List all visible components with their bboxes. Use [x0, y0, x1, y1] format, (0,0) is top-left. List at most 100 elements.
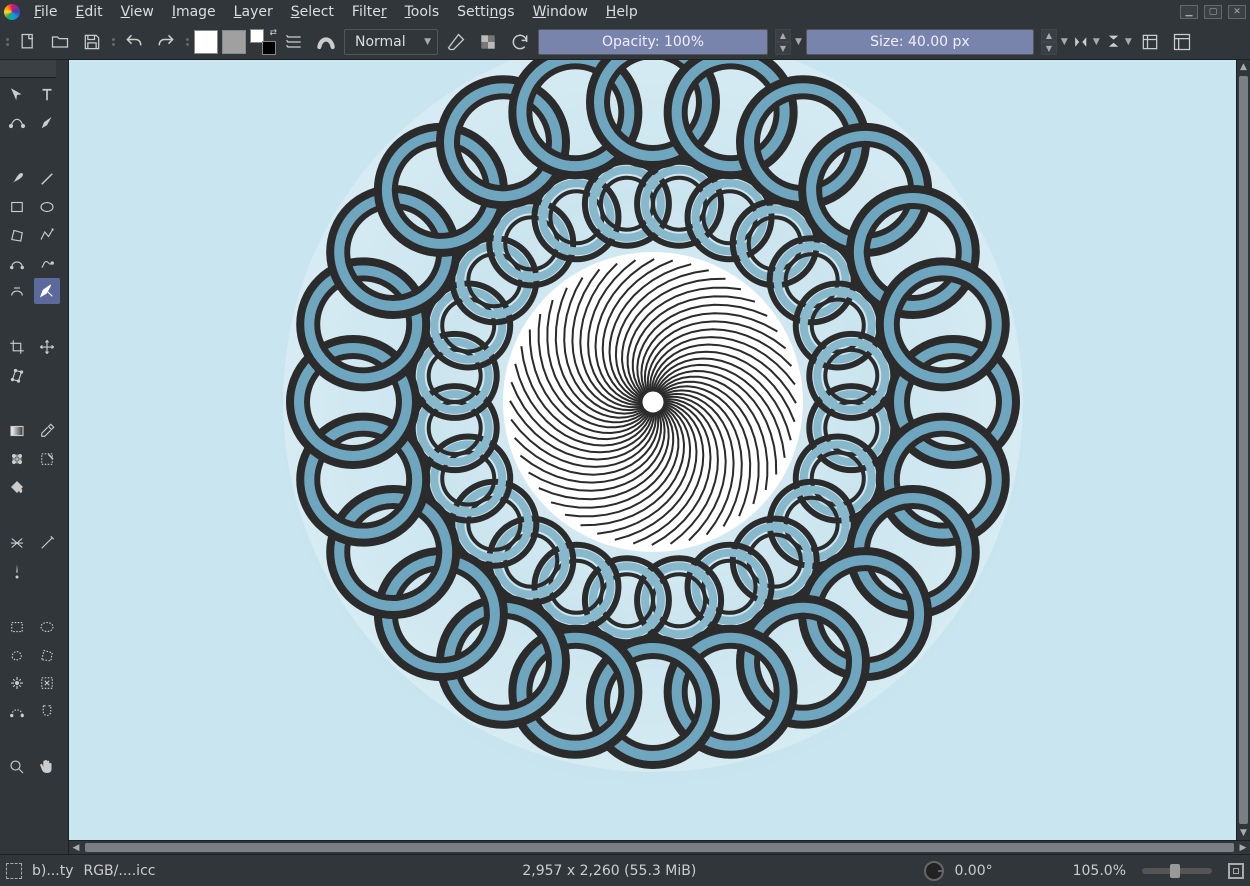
move-tool[interactable] [34, 334, 60, 360]
zoom-fit-button[interactable] [1228, 863, 1244, 879]
scroll-right-icon[interactable]: ▶ [1236, 841, 1250, 854]
menu-select[interactable]: Select [283, 2, 342, 22]
spin-up-icon[interactable]: ▲ [775, 29, 791, 42]
menu-view[interactable]: View [113, 2, 162, 22]
new-document-button[interactable] [14, 28, 42, 56]
eraser-mode-button[interactable] [442, 28, 470, 56]
document-name[interactable]: b)...ty [32, 863, 73, 879]
rectangle-tool[interactable] [4, 194, 30, 220]
text-tool[interactable] [34, 82, 60, 108]
redo-button[interactable] [152, 28, 180, 56]
menu-image[interactable]: Image [164, 2, 224, 22]
main-area: ▲ ▼ ◀ ▶ [0, 60, 1250, 854]
mirror-vertical-button[interactable]: ▼ [1104, 28, 1132, 56]
swap-colors-button[interactable]: ⇄ [250, 29, 276, 55]
scroll-left-icon[interactable]: ◀ [69, 841, 83, 854]
background-color-swatch[interactable] [222, 30, 246, 54]
alpha-lock-button[interactable] [474, 28, 502, 56]
vertical-scrollbar[interactable]: ▲ ▼ [1236, 60, 1250, 840]
spin-up-icon[interactable]: ▲ [1041, 29, 1057, 42]
opacity-spinner[interactable]: ▲▼ [775, 29, 791, 55]
edit-shapes-tool[interactable] [4, 110, 30, 136]
toolbar-handle-icon[interactable] [110, 29, 116, 55]
wrap-around-button[interactable] [1136, 28, 1164, 56]
rotation-value[interactable]: 0.00° [954, 863, 992, 879]
measure-tool[interactable] [34, 530, 60, 556]
menu-file[interactable]: File [26, 2, 65, 22]
zoom-tool[interactable] [4, 754, 30, 780]
smart-patch-tool[interactable] [34, 446, 60, 472]
open-document-button[interactable] [46, 28, 74, 56]
ellipse-select-tool[interactable] [34, 614, 60, 640]
foreground-color-swatch[interactable] [194, 30, 218, 54]
bezier-tool[interactable] [4, 250, 30, 276]
menu-settings[interactable]: Settings [449, 2, 522, 22]
ellipse-tool[interactable] [34, 194, 60, 220]
zoom-slider[interactable] [1142, 868, 1212, 874]
polyline-tool[interactable] [34, 222, 60, 248]
similar-select-tool[interactable] [34, 670, 60, 696]
canvas-artwork [273, 60, 1033, 792]
menu-filter[interactable]: Filter [344, 2, 395, 22]
undo-button[interactable] [120, 28, 148, 56]
contiguous-select-tool[interactable] [4, 670, 30, 696]
mirror-horizontal-button[interactable]: ▼ [1072, 28, 1100, 56]
spin-down-icon[interactable]: ▼ [1041, 42, 1057, 55]
line-tool[interactable] [34, 166, 60, 192]
window-minimize-button[interactable]: ▁ [1180, 5, 1198, 19]
color-model[interactable]: RGB/....icc [83, 863, 155, 879]
freehand-path-tool[interactable] [34, 250, 60, 276]
save-document-button[interactable] [78, 28, 106, 56]
multi-brush-tool[interactable] [34, 278, 60, 304]
chevron-down-icon: ▼ [424, 37, 431, 47]
reference-tool[interactable] [4, 558, 30, 584]
window-close-button[interactable]: ✕ [1228, 5, 1246, 19]
freehand-brush-tool[interactable] [4, 166, 30, 192]
menu-tools[interactable]: Tools [397, 2, 448, 22]
toolbar-handle-icon[interactable] [184, 29, 190, 55]
color-picker-tool[interactable] [34, 418, 60, 444]
poly-select-tool[interactable] [34, 642, 60, 668]
menu-edit[interactable]: Edit [67, 2, 110, 22]
application-window: File Edit View Image Layer Select Filter… [0, 0, 1250, 886]
freehand-select-tool[interactable] [4, 642, 30, 668]
workspace-chooser-button[interactable] [1168, 28, 1196, 56]
rect-select-tool[interactable] [4, 614, 30, 640]
scroll-down-icon[interactable]: ▼ [1237, 826, 1250, 840]
menu-help[interactable]: Help [598, 2, 646, 22]
zoom-value[interactable]: 105.0% [1073, 863, 1126, 879]
reload-preset-button[interactable] [506, 28, 534, 56]
magnetic-select-tool[interactable] [34, 698, 60, 724]
blend-mode-select[interactable]: Normal ▼ [344, 29, 438, 55]
menu-layer[interactable]: Layer [226, 2, 281, 22]
polygon-tool[interactable] [4, 222, 30, 248]
free-transform-tool[interactable] [4, 362, 30, 388]
pan-tool[interactable] [34, 754, 60, 780]
window-maximize-button[interactable]: ▢ [1204, 5, 1222, 19]
size-spinner[interactable]: ▲▼ [1041, 29, 1057, 55]
spin-down-icon[interactable]: ▼ [775, 42, 791, 55]
chevron-down-icon[interactable]: ▼ [1061, 37, 1068, 47]
opacity-slider[interactable]: Opacity: 100% [538, 29, 768, 55]
fill-tool[interactable] [4, 474, 30, 500]
bezier-select-tool[interactable] [4, 698, 30, 724]
rotation-wheel[interactable] [924, 861, 944, 881]
toolbox-tab[interactable] [0, 60, 56, 78]
brush-size-slider[interactable]: Size: 40.00 px [806, 29, 1034, 55]
dimensions-label: 2,957 x 2,260 (55.3 MiB) [522, 863, 696, 879]
chevron-down-icon[interactable]: ▼ [795, 37, 802, 47]
menu-window[interactable]: Window [525, 2, 596, 22]
crop-tool[interactable] [4, 334, 30, 360]
calligraphy-tool[interactable] [34, 110, 60, 136]
gradient-tool[interactable] [4, 418, 30, 444]
pattern-edit-tool[interactable] [4, 446, 30, 472]
transform-tool[interactable] [4, 82, 30, 108]
brush-presets-button[interactable] [280, 28, 308, 56]
toolbar-handle-icon[interactable] [4, 29, 10, 55]
horizontal-scrollbar[interactable]: ◀ ▶ [69, 840, 1250, 854]
scroll-up-icon[interactable]: ▲ [1237, 60, 1250, 74]
assistant-tool[interactable] [4, 530, 30, 556]
dynamic-brush-tool[interactable] [4, 278, 30, 304]
canvas[interactable] [69, 60, 1236, 840]
brush-preview-button[interactable] [312, 28, 340, 56]
